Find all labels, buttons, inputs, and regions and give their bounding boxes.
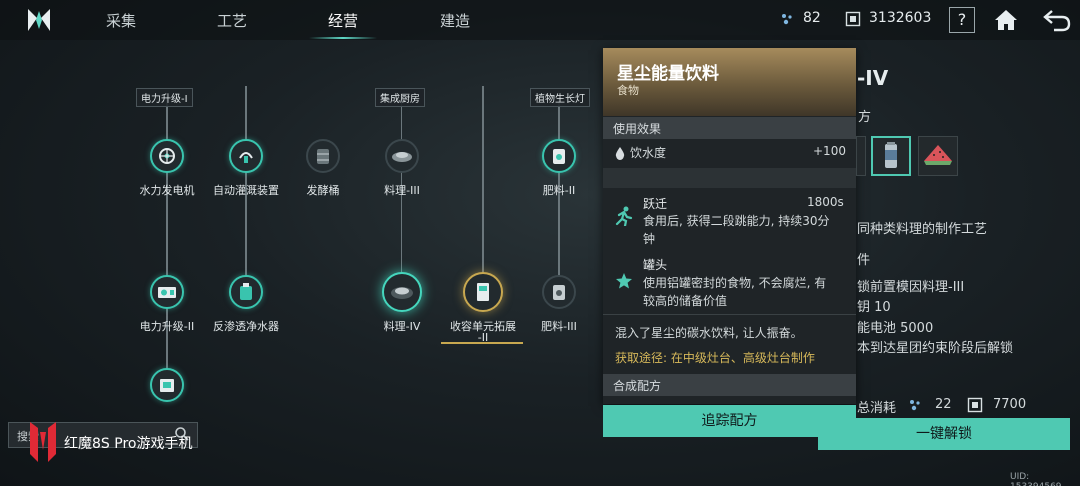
coin-count: 3132603 xyxy=(869,10,932,26)
tab-craft[interactable]: 工艺 xyxy=(197,10,267,31)
node-ferment-barrel[interactable] xyxy=(306,139,340,173)
panel-desc-fragment: 同种类料理的制作工艺 xyxy=(857,222,988,237)
node-label: 发酵桶 xyxy=(306,184,340,197)
tree-tag-grow-light: 植物生长灯 xyxy=(530,88,590,107)
total-coins: 7700 xyxy=(993,397,1027,412)
unlock-all-button[interactable]: 一键解锁 xyxy=(818,418,1070,450)
hydro-generator-icon xyxy=(159,148,175,164)
tab-gather[interactable]: 采集 xyxy=(86,10,156,31)
node-label: 电力升级-II xyxy=(139,320,195,333)
storage-unit-icon xyxy=(477,283,489,301)
ingredient-slot-watermelon[interactable] xyxy=(918,136,958,176)
home-icon[interactable] xyxy=(993,7,1019,37)
total-cost-label: 总消耗 xyxy=(857,401,897,416)
tree-tag-kitchen: 集成厨房 xyxy=(375,88,425,107)
node-label: 料理-IV xyxy=(383,320,421,333)
hydration-value: +100 xyxy=(813,144,846,158)
buff-jump-desc-cont: 钟 xyxy=(643,232,656,246)
water-purifier-icon xyxy=(240,283,252,300)
node-fertilizer-2[interactable] xyxy=(542,139,576,173)
stardust-icon xyxy=(779,11,795,31)
node-power-upgrade-2[interactable] xyxy=(150,275,184,309)
node-auto-irrigation[interactable] xyxy=(229,139,263,173)
active-tab-indicator xyxy=(309,37,377,39)
tab-operate[interactable]: 经营 xyxy=(308,10,378,31)
help-button[interactable]: ? xyxy=(949,7,975,33)
buff-canned-name: 罐头 xyxy=(643,258,668,272)
item-description: 混入了星尘的碳水饮料, 让人振奋。 xyxy=(615,326,803,340)
running-man-icon xyxy=(615,206,633,230)
buff-canned-desc: 使用铝罐密封的食物, 不会腐烂, 有 xyxy=(643,276,827,290)
node-ro-purifier[interactable] xyxy=(229,275,263,309)
node-label: 水力发电机 xyxy=(139,184,195,197)
drink-can-icon xyxy=(885,142,897,168)
generator-icon xyxy=(158,287,176,298)
item-title: 星尘能量饮料 xyxy=(617,64,719,84)
divider xyxy=(603,314,856,315)
node-label: 反渗透净水器 xyxy=(213,320,279,333)
machine-icon xyxy=(160,379,174,392)
star-icon xyxy=(615,272,633,294)
fertilizer-bag-icon xyxy=(553,285,565,300)
requirement-2: 钥 10 xyxy=(857,300,891,315)
stardust-icon xyxy=(907,397,923,417)
requirement-4: 本到达星团约束阶段后解锁 xyxy=(857,341,1014,356)
node-label: 肥料-III xyxy=(541,320,577,333)
recipe-section-header: 合成配方 xyxy=(603,374,856,396)
node-cooking-3[interactable] xyxy=(385,139,419,173)
node-fertilizer-3[interactable] xyxy=(542,275,576,309)
node-label: 肥料-II xyxy=(542,184,576,197)
watermark-text: 红魔8S Pro游戏手机 xyxy=(64,436,193,452)
ingredient-slot[interactable] xyxy=(856,136,866,176)
recipe-label-fragment: 方 xyxy=(858,110,872,125)
watermelon-icon xyxy=(924,145,952,165)
requirement-3: 能电池 5000 xyxy=(857,321,934,336)
buff-jump-name: 跃迁 xyxy=(643,197,668,211)
game-logo-icon[interactable] xyxy=(26,7,52,33)
effect-section-header: 使用效果 xyxy=(603,117,856,139)
watermark-logo-icon xyxy=(28,420,58,468)
hydration-label: 饮水度 xyxy=(630,146,667,160)
conditions-label-fragment: 件 xyxy=(857,253,871,268)
barrel-icon xyxy=(317,149,329,164)
node-power-upgrade-3[interactable] xyxy=(150,368,184,402)
node-hydro-generator[interactable] xyxy=(150,139,184,173)
back-icon[interactable] xyxy=(1042,7,1072,37)
irrigation-icon xyxy=(239,152,253,163)
fertilizer-bag-icon xyxy=(553,149,565,164)
tree-tag-power1: 电力升级-I xyxy=(136,88,193,107)
water-drop-icon xyxy=(615,145,625,164)
dish-icon xyxy=(391,287,413,299)
node-storage-expansion-2[interactable] xyxy=(463,272,503,312)
tree-line xyxy=(482,86,484,294)
requirement-1: 锁前置模因料理-III xyxy=(857,280,965,295)
buff-jump-duration: 1800s xyxy=(807,195,844,209)
item-source: 获取途径: 在中级灶台、高级灶台制作 xyxy=(615,351,815,365)
buff-jump-desc: 食用后, 获得二段跳能力, 持续30分 xyxy=(643,214,830,228)
total-stardust: 22 xyxy=(935,397,952,412)
item-category: 食物 xyxy=(617,84,639,97)
buff-canned-desc-cont: 较高的储备价值 xyxy=(643,294,728,308)
tab-build[interactable]: 建造 xyxy=(420,10,490,31)
coin-icon xyxy=(845,11,861,31)
section-divider xyxy=(603,168,856,188)
node-label: 料理-III xyxy=(384,184,420,197)
item-detail-popup: 星尘能量饮料 食物 使用效果 饮水度 +100 跃迁 1800s 食用后, 获得… xyxy=(603,48,856,404)
node-cooking-4[interactable] xyxy=(382,272,422,312)
dish-icon xyxy=(392,152,412,162)
ingredient-slot-can[interactable] xyxy=(871,136,911,176)
coin-icon xyxy=(967,397,983,417)
user-id: UID: 153394569 xyxy=(1010,472,1062,486)
panel-title-fragment: -IV xyxy=(857,66,889,90)
stardust-count: 82 xyxy=(803,10,821,26)
